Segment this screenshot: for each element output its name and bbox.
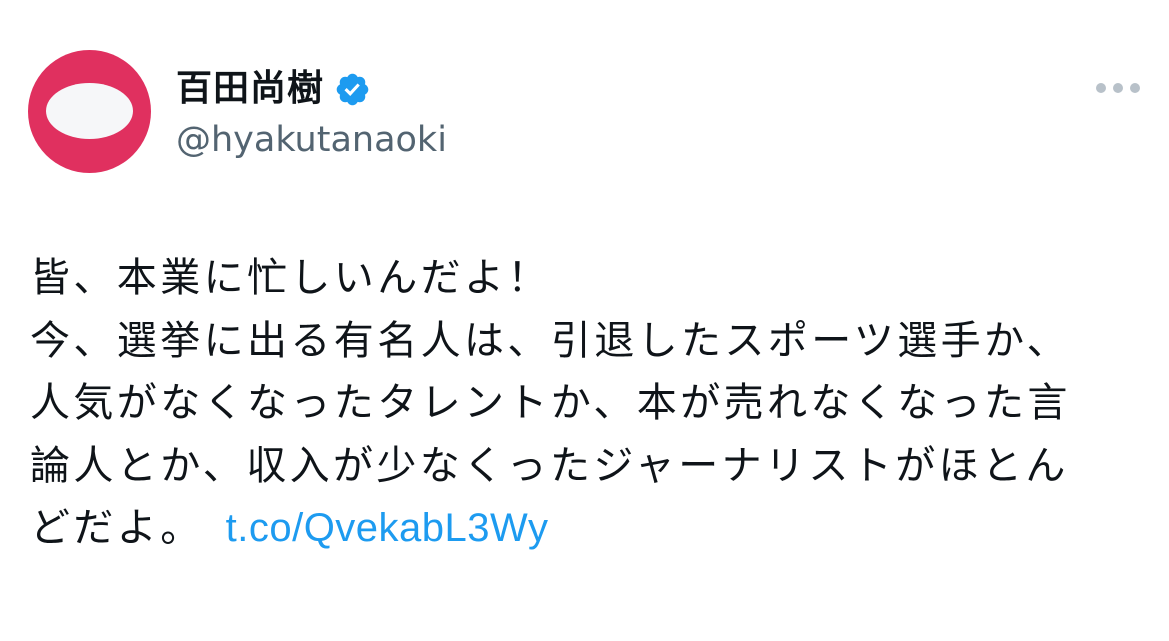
tweet-line: 人気がなくなったタレントか、本が売れなくなった言 [30, 380, 1071, 426]
avatar-logo [46, 83, 133, 139]
tweet-card: 百田尚樹 @hyakutanaoki 皆、本業に忙しいんだよ！ 今、選挙に出る有… [0, 0, 1169, 641]
verified-badge-icon [336, 73, 369, 105]
tweet-line: 論人とか、収入が少なくったジャーナリストがほとん [30, 442, 1069, 489]
tweet-link[interactable]: t.co/QvekabL3Wy [226, 506, 549, 550]
tweet-text: 皆、本業に忙しいんだよ！ 今、選挙に出る有名人は、引退したスポーツ選手か、 人気… [30, 247, 1140, 560]
avatar[interactable] [28, 50, 151, 173]
more-options-icon[interactable] [1090, 72, 1146, 104]
tweet-line-text: どだよ。 [30, 505, 204, 551]
tweet-line-last: どだよ。 t.co/QvekabL3Wy [30, 497, 1140, 560]
author-handle[interactable]: @hyakutanaoki [176, 116, 447, 164]
author-display-name[interactable]: 百田尚樹 [176, 64, 324, 114]
author-name-row: 百田尚樹 [176, 64, 371, 114]
tweet-line: 皆、本業に忙しいんだよ！ [30, 255, 551, 301]
tweet-line: 今、選挙に出る有名人は、引退したスポーツ選手か、 [30, 317, 1070, 364]
